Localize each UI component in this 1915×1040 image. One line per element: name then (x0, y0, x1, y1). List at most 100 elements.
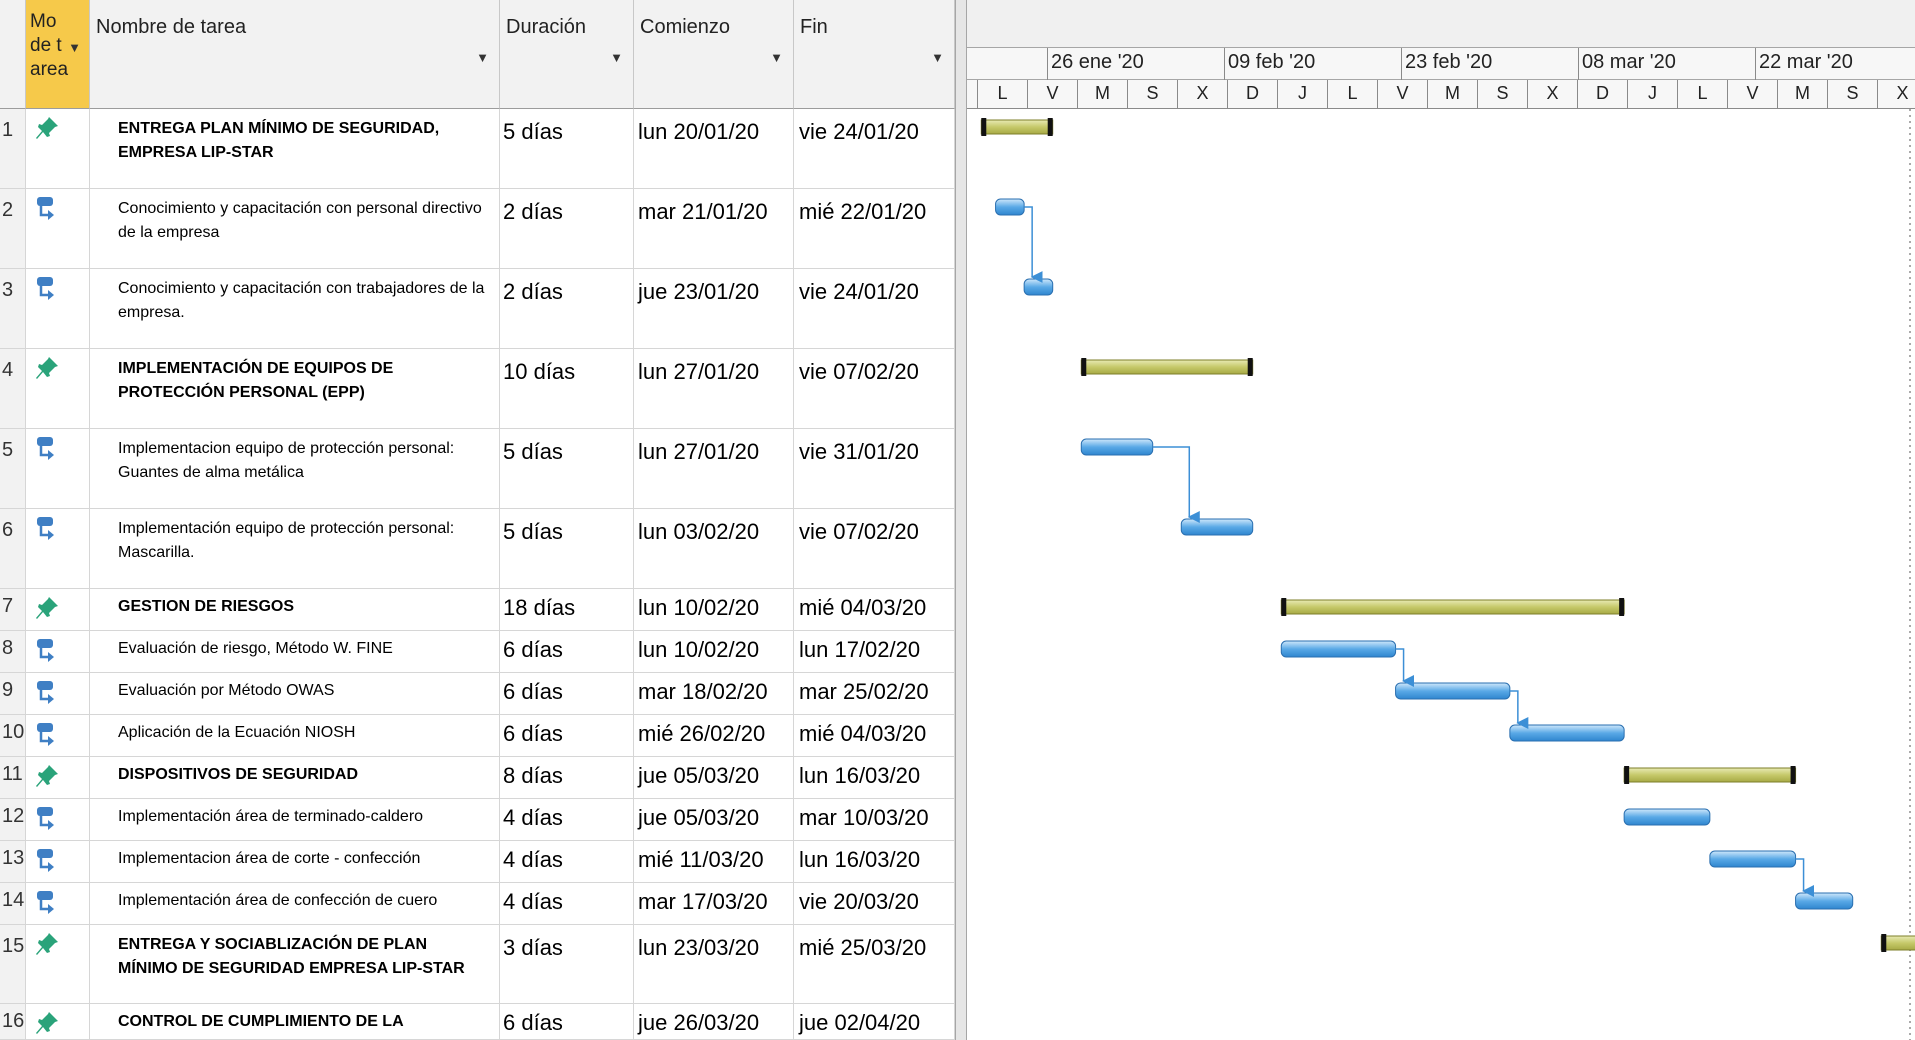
duration-cell[interactable]: 6 días (500, 1004, 634, 1039)
task-name-cell[interactable]: ENTREGA PLAN MÍNIMO DE SEGURIDAD, EMPRES… (90, 109, 500, 188)
task-mode-cell[interactable] (26, 757, 90, 798)
table-row[interactable]: 11 DISPOSITIVOS DE SEGURIDAD 8 días jue 05/… (0, 757, 955, 799)
duration-cell[interactable]: 4 días (500, 841, 634, 882)
duration-cell[interactable]: 2 días (500, 269, 634, 348)
column-header-end[interactable]: Fin ▼ (794, 0, 955, 109)
table-row[interactable]: 6 Implementación equipo de protección per… (0, 509, 955, 589)
task-mode-cell[interactable] (26, 673, 90, 714)
end-cell[interactable]: lun 16/03/20 (794, 841, 955, 882)
task-mode-cell[interactable] (26, 841, 90, 882)
end-cell[interactable]: vie 31/01/20 (794, 429, 955, 508)
row-id[interactable]: 5 (0, 429, 26, 508)
dropdown-arrow-icon[interactable]: ▼ (68, 40, 81, 55)
table-row[interactable]: 2 Conocimiento y capacitación con persona… (0, 189, 955, 269)
row-id[interactable]: 8 (0, 631, 26, 672)
duration-cell[interactable]: 3 días (500, 925, 634, 1003)
duration-cell[interactable]: 5 días (500, 109, 634, 188)
task-name-cell[interactable]: Implementacion área de corte - confecció… (90, 841, 500, 882)
end-cell[interactable]: lun 16/03/20 (794, 757, 955, 798)
start-cell[interactable]: lun 23/03/20 (634, 925, 794, 1003)
table-row[interactable]: 8 Evaluación de riesgo, Método W. FINE 6 d… (0, 631, 955, 673)
end-cell[interactable]: vie 07/02/20 (794, 509, 955, 588)
end-cell[interactable]: mar 25/02/20 (794, 673, 955, 714)
end-cell[interactable]: jue 02/04/20 (794, 1004, 955, 1039)
task-mode-cell[interactable] (26, 189, 90, 268)
table-row[interactable]: 7 GESTION DE RIESGOS 18 días lun 10/02/20 mi… (0, 589, 955, 631)
task-bar[interactable] (995, 198, 1025, 216)
manual-task-bar[interactable] (1280, 598, 1625, 616)
table-row[interactable]: 1 ENTREGA PLAN MÍNIMO DE SEGURIDAD, EMPRE… (0, 109, 955, 189)
end-cell[interactable]: mié 04/03/20 (794, 589, 955, 630)
duration-cell[interactable]: 8 días (500, 757, 634, 798)
manual-task-bar[interactable] (1880, 934, 1915, 952)
table-row[interactable]: 3 Conocimiento y capacitación con trabaja… (0, 269, 955, 349)
task-name-cell[interactable]: Evaluación por Método OWAS (90, 673, 500, 714)
start-cell[interactable]: lun 03/02/20 (634, 509, 794, 588)
end-cell[interactable]: mié 25/03/20 (794, 925, 955, 1003)
pane-splitter[interactable] (955, 0, 967, 1040)
dropdown-arrow-icon[interactable]: ▼ (931, 50, 944, 65)
start-cell[interactable]: jue 26/03/20 (634, 1004, 794, 1039)
end-cell[interactable]: mié 04/03/20 (794, 715, 955, 756)
manual-task-bar[interactable] (1080, 358, 1254, 376)
end-cell[interactable]: vie 24/01/20 (794, 109, 955, 188)
column-header-start[interactable]: Comienzo ▼ (634, 0, 794, 109)
task-name-cell[interactable]: GESTION DE RIESGOS (90, 589, 500, 630)
start-cell[interactable]: jue 23/01/20 (634, 269, 794, 348)
manual-task-bar[interactable] (980, 118, 1054, 136)
task-bar[interactable] (1509, 724, 1625, 742)
task-name-cell[interactable]: ENTREGA Y SOCIABLIZACIÓN DE PLAN MÍNIMO … (90, 925, 500, 1003)
duration-cell[interactable]: 5 días (500, 429, 634, 508)
task-bar[interactable] (1709, 850, 1797, 868)
task-bar[interactable] (1623, 808, 1711, 826)
task-bar[interactable] (1180, 518, 1254, 536)
task-bar[interactable] (1795, 892, 1854, 910)
task-bar[interactable] (1080, 438, 1154, 456)
table-row[interactable]: 13 Implementacion área de corte - confecc… (0, 841, 955, 883)
row-id[interactable]: 14 (0, 883, 26, 924)
start-cell[interactable]: mié 26/02/20 (634, 715, 794, 756)
start-cell[interactable]: lun 10/02/20 (634, 589, 794, 630)
duration-cell[interactable]: 5 días (500, 509, 634, 588)
row-id[interactable]: 10 (0, 715, 26, 756)
column-header-task-name[interactable]: Nombre de tarea ▼ (90, 0, 500, 109)
table-row[interactable]: 9 Evaluación por Método OWAS 6 días mar 18/… (0, 673, 955, 715)
task-mode-cell[interactable] (26, 109, 90, 188)
table-row[interactable]: 14 Implementación área de confección de c… (0, 883, 955, 925)
task-name-cell[interactable]: Conocimiento y capacitación con personal… (90, 189, 500, 268)
task-name-cell[interactable]: Evaluación de riesgo, Método W. FINE (90, 631, 500, 672)
start-cell[interactable]: mar 21/01/20 (634, 189, 794, 268)
start-cell[interactable]: mar 17/03/20 (634, 883, 794, 924)
task-name-cell[interactable]: Implementación equipo de protección pers… (90, 509, 500, 588)
row-id[interactable]: 12 (0, 799, 26, 840)
task-name-cell[interactable]: IMPLEMENTACIÓN DE EQUIPOS DE PROTECCIÓN … (90, 349, 500, 428)
task-mode-cell[interactable] (26, 715, 90, 756)
task-mode-cell[interactable] (26, 799, 90, 840)
manual-task-bar[interactable] (1623, 766, 1797, 784)
end-cell[interactable]: vie 24/01/20 (794, 269, 955, 348)
task-bar[interactable] (1395, 682, 1511, 700)
task-mode-cell[interactable] (26, 925, 90, 1003)
row-id[interactable]: 2 (0, 189, 26, 268)
start-cell[interactable]: lun 27/01/20 (634, 429, 794, 508)
task-mode-cell[interactable] (26, 631, 90, 672)
start-cell[interactable]: mié 11/03/20 (634, 841, 794, 882)
dropdown-arrow-icon[interactable]: ▼ (610, 50, 623, 65)
start-cell[interactable]: lun 27/01/20 (634, 349, 794, 428)
task-mode-cell[interactable] (26, 1004, 90, 1039)
dropdown-arrow-icon[interactable]: ▼ (770, 50, 783, 65)
task-name-cell[interactable]: CONTROL DE CUMPLIMIENTO DE LA PROPUESTA (90, 1004, 500, 1039)
table-row[interactable]: 15 ENTREGA Y SOCIABLIZACIÓN DE PLAN MÍNIM… (0, 925, 955, 1004)
duration-cell[interactable]: 4 días (500, 883, 634, 924)
duration-cell[interactable]: 10 días (500, 349, 634, 428)
task-bar[interactable] (1023, 278, 1054, 296)
row-id[interactable]: 16 (0, 1004, 26, 1039)
start-cell[interactable]: lun 20/01/20 (634, 109, 794, 188)
row-number-header[interactable] (0, 0, 26, 109)
duration-cell[interactable]: 4 días (500, 799, 634, 840)
row-id[interactable]: 15 (0, 925, 26, 1003)
task-name-cell[interactable]: Implementación área de terminado-caldero (90, 799, 500, 840)
row-id[interactable]: 13 (0, 841, 26, 882)
task-name-cell[interactable]: DISPOSITIVOS DE SEGURIDAD (90, 757, 500, 798)
end-cell[interactable]: mié 22/01/20 (794, 189, 955, 268)
